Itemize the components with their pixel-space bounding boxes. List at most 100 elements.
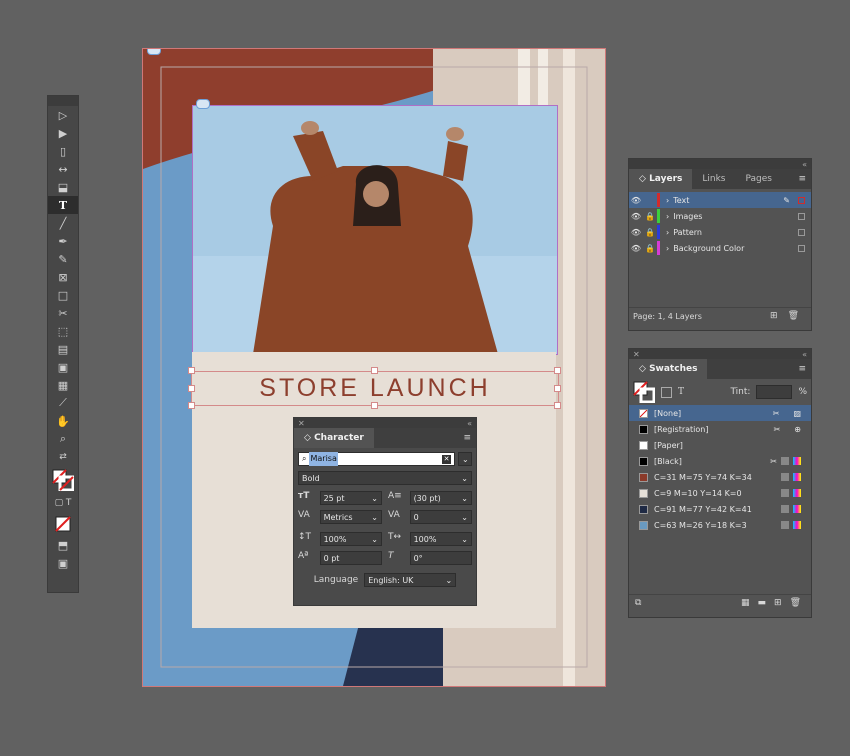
eye-icon[interactable]: 👁 [629,244,643,253]
formatting-affects-container-icon[interactable]: ▢ T [48,494,78,512]
swatch-row[interactable]: [Registration] ✂ ⊕ [629,421,811,437]
fill-stroke-icon[interactable] [633,381,655,403]
eye-icon[interactable]: 👁 [629,228,643,237]
new-swatch-icon[interactable]: ⊞ [774,598,782,608]
new-color-group-icon[interactable]: ▬ [758,598,767,608]
layer-select-box[interactable] [798,228,805,236]
swatch-row[interactable]: [None] ✂ ▨ [629,405,811,421]
show-swatch-kinds-icon[interactable]: ⧉ [635,598,641,608]
panel-menu-icon[interactable]: ≡ [793,359,811,379]
tab-layers[interactable]: ◇ Layers [629,169,693,189]
gradient-swatch-tool-icon[interactable]: ▤ [48,340,78,358]
view-mode-icon[interactable]: ▣ [48,554,78,572]
content-collector-icon[interactable]: ⬓ [48,178,78,196]
expand-icon[interactable]: › [666,228,669,237]
panel-topbar[interactable]: « [629,159,811,169]
zoom-tool-icon[interactable]: ⌕ [48,430,78,448]
hand-tool-icon[interactable]: ✋ [48,412,78,430]
rectangle-frame-tool-icon[interactable]: ⊠ [48,268,78,286]
link-icon[interactable] [147,49,161,55]
layer-select-box[interactable] [798,212,805,220]
horizontal-scale-field[interactable]: 100% ⌄ [409,532,472,546]
photo-frame[interactable] [192,105,558,355]
kerning-field[interactable]: Metrics ⌄ [319,510,382,524]
tint-field[interactable] [756,385,793,399]
eyedropper-tool-icon[interactable]: ⟋ [48,394,78,412]
clear-icon[interactable]: ✕ [442,454,451,464]
collapse-icon[interactable]: « [802,160,807,169]
leading-field[interactable]: (30 pt) ⌄ [409,491,472,505]
headline-text-frame[interactable]: STORE LAUNCH [191,371,559,406]
layer-row[interactable]: 👁 › Text ✎ [629,192,811,208]
container-icon[interactable] [661,386,672,398]
layer-row[interactable]: 👁 🔒 › Images [629,208,811,224]
gap-tool-icon[interactable]: ↔ [48,160,78,178]
swatch-row[interactable]: [Paper] [629,437,811,453]
rectangle-tool-icon[interactable]: □ [48,286,78,304]
swatch-row[interactable]: [Black] ✂ [629,453,811,469]
layer-row[interactable]: 👁 🔒 › Background Color [629,240,811,256]
swatch-row[interactable]: C=91 M=77 Y=42 K=41 [629,501,811,517]
tracking-field[interactable]: 0 ⌄ [409,510,472,524]
layer-select-box[interactable] [798,244,805,252]
gradient-feather-tool-icon[interactable]: ▣ [48,358,78,376]
free-transform-tool-icon[interactable]: ⬚ [48,322,78,340]
collapse-icon[interactable]: « [467,419,472,428]
eye-icon[interactable]: 👁 [629,212,643,221]
tab-character[interactable]: ◇ Character [294,428,374,448]
panel-topbar[interactable]: ✕ « [294,418,476,428]
panel-menu-icon[interactable]: ≡ [458,428,476,448]
selection-tool-icon[interactable]: ▷ [48,106,78,124]
swatch-row[interactable]: C=31 M=75 Y=74 K=34 [629,469,811,485]
layer-row[interactable]: 👁 🔒 › Pattern [629,224,811,240]
apply-none-icon[interactable] [48,512,78,536]
font-style-field[interactable]: Bold ⌄ [298,471,472,485]
pen-tool-icon[interactable]: ✒ [48,232,78,250]
pencil-tool-icon[interactable]: ✎ [48,250,78,268]
direct-selection-tool-icon[interactable]: ▶ [48,124,78,142]
cc-library-icon[interactable]: ▦ [741,598,750,608]
collapse-icon[interactable]: « [802,350,807,359]
screen-mode-icon[interactable]: ⬒ [48,536,78,554]
lock-icon[interactable]: 🔒 [643,212,657,221]
tools-panel-header[interactable] [48,96,78,106]
fill-stroke-icon[interactable] [48,466,78,494]
tab-swatches[interactable]: ◇ Swatches [629,359,708,379]
expand-icon[interactable]: › [666,212,669,221]
frame-handle[interactable] [554,385,561,392]
baseline-shift-field[interactable]: 0 pt [319,551,382,565]
font-size-field[interactable]: 25 pt ⌄ [319,491,382,505]
text-format-icon[interactable]: T [678,387,684,397]
font-family-field[interactable]: ⌕ Marisa ✕ [298,452,455,466]
trash-icon[interactable]: 🗑 [788,311,799,321]
frame-handle[interactable] [554,367,561,374]
language-select[interactable]: English: UK ⌄ [364,573,457,587]
close-icon[interactable]: ✕ [633,350,640,359]
swap-fill-stroke-icon[interactable]: ⇄ [48,448,78,466]
expand-icon[interactable]: › [666,244,669,253]
frame-handle[interactable] [371,367,378,374]
eye-icon[interactable]: 👁 [629,196,643,205]
frame-handle[interactable] [188,367,195,374]
tab-pages[interactable]: Pages [736,169,782,189]
layer-select-box[interactable] [798,196,805,204]
link-icon[interactable] [196,99,210,109]
vertical-scale-field[interactable]: 100% ⌄ [319,532,382,546]
frame-handle[interactable] [371,402,378,409]
tab-links[interactable]: Links [692,169,735,189]
frame-handle[interactable] [188,402,195,409]
new-layer-icon[interactable]: ⊞ [770,311,778,321]
skew-field[interactable]: 0° [409,551,472,565]
trash-icon[interactable]: 🗑 [790,598,801,608]
line-tool-icon[interactable]: ╱ [48,214,78,232]
panel-menu-icon[interactable]: ≡ [793,169,811,189]
close-icon[interactable]: ✕ [298,419,305,428]
lock-icon[interactable]: 🔒 [643,244,657,253]
font-family-dropdown[interactable]: ⌄ [458,452,472,466]
swatch-row[interactable]: C=63 M=26 Y=18 K=3 [629,517,811,533]
lock-icon[interactable]: 🔒 [643,228,657,237]
swatch-row[interactable]: C=9 M=10 Y=14 K=0 [629,485,811,501]
expand-icon[interactable]: › [666,196,669,205]
panel-topbar[interactable]: ✕ « [629,349,811,359]
note-tool-icon[interactable]: ▦ [48,376,78,394]
